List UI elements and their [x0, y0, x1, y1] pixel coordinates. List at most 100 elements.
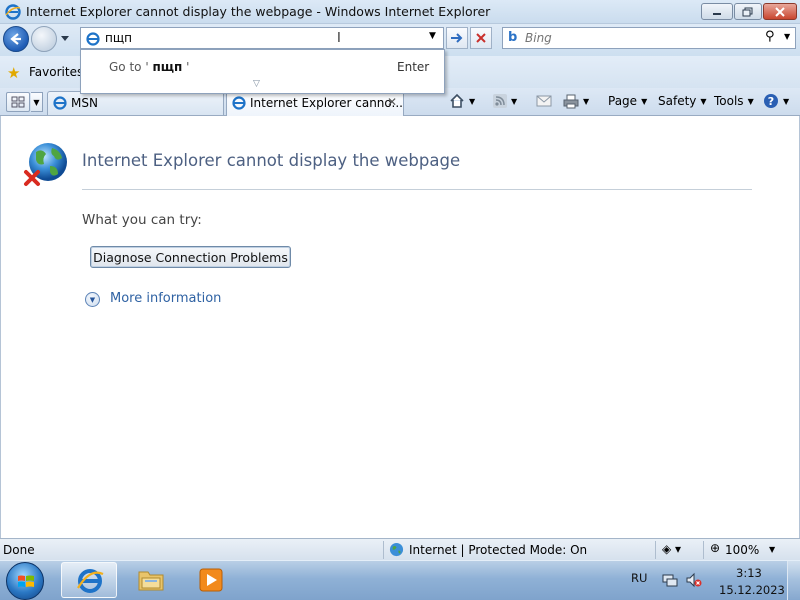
read-mail-button[interactable]: [536, 92, 552, 110]
taskbar-media-player[interactable]: [183, 562, 239, 598]
ie-icon: [5, 4, 21, 20]
internet-zone-globe-icon: [389, 542, 404, 557]
home-dropdown-icon[interactable]: ▼: [469, 97, 475, 106]
print-button[interactable]: ▼: [563, 92, 589, 110]
home-button[interactable]: ▼: [449, 92, 475, 110]
search-icon[interactable]: ⚲: [765, 29, 775, 44]
restore-icon: [742, 7, 753, 16]
volume-muted-icon[interactable]: [686, 572, 702, 588]
feeds-icon: [493, 94, 507, 108]
search-input[interactable]: [525, 30, 755, 46]
clock-time[interactable]: 3:13: [736, 566, 762, 580]
zoom-level[interactable]: 100%: [725, 543, 759, 557]
security-zone-text[interactable]: Internet | Protected Mode: On: [409, 543, 587, 557]
ie-icon: [77, 569, 104, 593]
tab-list-button[interactable]: ▼: [31, 92, 43, 112]
autocomplete-goto-item[interactable]: Go to ' пщп ': [109, 60, 189, 74]
ie-page-icon: [232, 96, 246, 110]
tab-error-page[interactable]: Internet Explorer canno... ✕: [226, 91, 404, 117]
address-input[interactable]: [105, 30, 405, 46]
bing-icon: b: [508, 30, 518, 45]
chevron-down-icon: [61, 36, 69, 41]
status-separator: [655, 541, 656, 559]
taskbar: [0, 560, 800, 600]
recent-pages-dropdown[interactable]: [59, 32, 71, 46]
protected-mode-icon[interactable]: ◈ ▾: [662, 542, 681, 556]
stop-x-icon: [476, 33, 486, 43]
search-box[interactable]: b ⚲ ▼: [502, 27, 796, 49]
home-icon: [450, 93, 464, 108]
safety-menu-label: Safety: [658, 94, 697, 108]
goto-suffix: ': [182, 60, 190, 74]
close-tab-icon[interactable]: ✕: [387, 95, 397, 109]
safety-dropdown-icon: ▼: [700, 96, 707, 106]
text-cursor-icon: I: [337, 31, 341, 46]
safety-menu[interactable]: Safety ▼: [658, 92, 707, 110]
status-bar: Done Internet | Protected Mode: On ◈ ▾ ⊕…: [0, 538, 800, 560]
tools-menu-label: Tools: [714, 94, 744, 108]
language-indicator[interactable]: RU: [631, 571, 647, 585]
autocomplete-enter-hint: Enter: [397, 60, 430, 74]
close-window-button[interactable]: [763, 3, 797, 20]
favorites-button[interactable]: Favorites: [29, 65, 83, 79]
zoom-dropdown-icon[interactable]: ▼: [769, 545, 775, 554]
print-icon: [563, 94, 579, 108]
quick-tabs-button[interactable]: [6, 92, 30, 112]
tab-label: Internet Explorer canno...: [250, 96, 403, 110]
page-menu-label: Page: [608, 94, 638, 108]
page-ie-icon: [86, 32, 100, 46]
help-button[interactable]: ? ▼: [763, 92, 789, 110]
page-menu[interactable]: Page ▼: [608, 92, 647, 110]
address-dropdown-icon[interactable]: ▼: [429, 31, 436, 41]
tab-label: MSN: [71, 96, 98, 110]
page-dropdown-icon: ▼: [641, 96, 648, 106]
expand-more-info-icon[interactable]: ▼: [85, 292, 100, 307]
clock-date[interactable]: 15.12.2023: [719, 583, 785, 597]
tab-msn[interactable]: MSN: [47, 91, 224, 115]
show-desktop-button[interactable]: [787, 561, 800, 600]
expand-chevron-icon[interactable]: ▽: [253, 79, 260, 89]
back-button[interactable]: [3, 26, 29, 52]
back-arrow-icon: [10, 33, 21, 45]
taskbar-internet-explorer[interactable]: [61, 562, 117, 598]
search-options-dropdown-icon[interactable]: ▼: [784, 32, 790, 41]
goto-query: пщп: [152, 60, 183, 74]
taskbar-windows-explorer[interactable]: [123, 562, 179, 598]
address-bar[interactable]: I ▼: [80, 27, 444, 49]
page-content: [0, 116, 800, 538]
address-autocomplete[interactable]: Go to ' пщп ' Enter ▽: [80, 49, 445, 94]
feeds-button[interactable]: ▼: [493, 92, 517, 110]
maximize-button[interactable]: [734, 3, 762, 20]
stop-button[interactable]: [470, 27, 492, 49]
media-player-icon: [199, 568, 223, 592]
network-icon[interactable]: [662, 572, 678, 588]
close-icon: [775, 6, 785, 17]
windows-logo-icon: [18, 575, 34, 587]
what-you-can-try-label: What you can try:: [82, 212, 202, 228]
goto-prefix: Go to ': [109, 60, 153, 74]
favorites-star-icon: ★: [7, 64, 21, 82]
print-dropdown-icon[interactable]: ▼: [583, 97, 589, 106]
zoom-icon: ⊕: [710, 541, 721, 555]
divider: [82, 189, 752, 190]
ie-page-icon: [53, 96, 67, 110]
tools-menu[interactable]: Tools ▼: [714, 92, 754, 110]
page-title: Internet Explorer cannot display the web…: [82, 151, 461, 170]
folder-icon: [138, 571, 164, 591]
svg-text:?: ?: [768, 95, 774, 108]
help-dropdown-icon[interactable]: ▼: [783, 97, 789, 106]
window-title: Internet Explorer cannot display the web…: [26, 4, 491, 19]
minimize-button[interactable]: [701, 3, 733, 20]
tools-dropdown-icon: ▼: [747, 96, 754, 106]
diagnose-connection-problems-button[interactable]: Diagnose Connection Problems: [90, 246, 291, 268]
more-information-link[interactable]: More information: [110, 291, 221, 306]
globe-error-icon: [24, 143, 67, 186]
forward-button[interactable]: [31, 26, 57, 52]
go-button[interactable]: [446, 27, 468, 49]
feeds-dropdown-icon[interactable]: ▼: [511, 97, 517, 106]
status-separator: [703, 541, 704, 559]
title-bar: Internet Explorer cannot display the web…: [0, 0, 800, 24]
mail-icon: [536, 95, 552, 107]
help-icon: ?: [764, 94, 778, 108]
start-button[interactable]: [6, 562, 44, 600]
